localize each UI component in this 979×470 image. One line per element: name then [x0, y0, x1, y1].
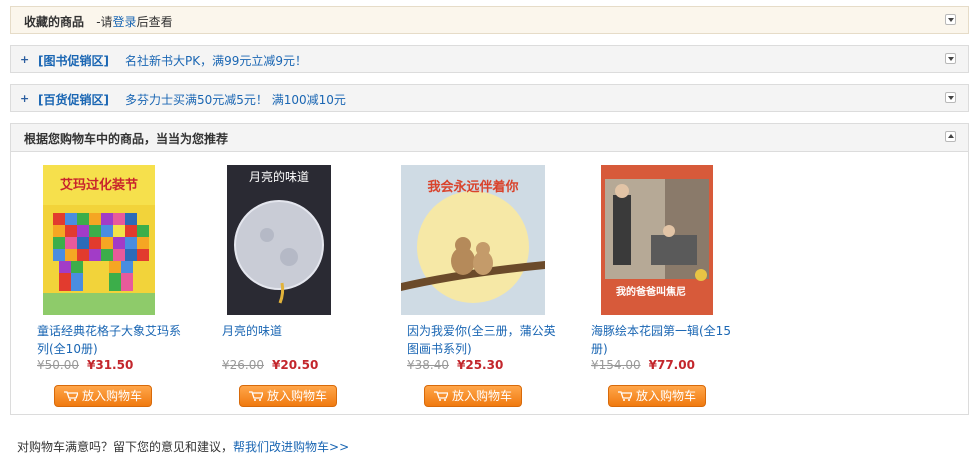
recommend-header: 根据您购物车中的商品，当当为您推荐: [11, 124, 968, 152]
favorites-bar: 收藏的商品 -请登录后查看: [10, 6, 969, 34]
cover-title: 月亮的味道: [249, 169, 309, 184]
product-name-link[interactable]: 海豚绘本花园第一辑(全15册): [591, 322, 741, 358]
goods-promo-bar: + [百货促销区] 多芬力士买满50元减5元！ 满100减10元: [10, 84, 969, 112]
add-to-cart-label: 放入购物车: [81, 389, 142, 403]
goods-promo-link[interactable]: 多芬力士买满50元减5元！ 满100减10元: [125, 91, 346, 108]
price-row: ¥154.00 ¥77.00: [591, 358, 695, 372]
original-price: ¥26.00: [222, 358, 264, 372]
sale-price: ¥25.30: [457, 358, 504, 372]
book-promo-bar: + [图书促销区] 名社新书大PK，满99元立减9元！: [10, 45, 969, 73]
price-row: ¥38.40 ¥25.30: [407, 358, 503, 372]
favorites-title-row: 收藏的商品 -请登录后查看: [24, 13, 173, 30]
product-name-link[interactable]: 月亮的味道: [222, 322, 372, 340]
recommend-panel: 根据您购物车中的商品，当当为您推荐 艾玛过化装节 童话经典花格子大象艾玛系列(全…: [10, 123, 969, 415]
cart-icon: [248, 391, 263, 401]
cart-icon: [617, 391, 632, 401]
goods-promo-tag[interactable]: [百货促销区]: [38, 91, 109, 108]
book-promo-plus-icon[interactable]: +: [20, 54, 29, 65]
book-promo-tag[interactable]: [图书促销区]: [38, 52, 109, 69]
cover-title: 我会永远伴着你: [427, 179, 518, 195]
add-to-cart-label: 放入购物车: [635, 389, 696, 403]
add-to-cart-button[interactable]: 放入购物车: [424, 385, 522, 407]
product-name-link[interactable]: 因为我爱你(全三册，蒲公英图画书系列): [407, 322, 557, 358]
book-promo-link[interactable]: 名社新书大PK，满99元立减9元！: [125, 52, 307, 69]
favorites-prefix: -请: [96, 15, 113, 29]
book-promo-expand-icon[interactable]: [945, 53, 956, 64]
favorites-title: 收藏的商品: [24, 15, 85, 29]
book-cover-image[interactable]: 我的爸爸叫焦尼: [601, 165, 713, 315]
add-to-cart-button[interactable]: 放入购物车: [608, 385, 706, 407]
favorites-suffix: 后查看: [136, 15, 173, 29]
cover-title: 艾玛过化装节: [60, 177, 138, 193]
add-to-cart-label: 放入购物车: [266, 389, 327, 403]
login-link[interactable]: 登录: [113, 15, 137, 29]
sale-price: ¥20.50: [272, 358, 319, 372]
cart-icon: [433, 391, 448, 401]
original-price: ¥50.00: [37, 358, 79, 372]
price-row: ¥50.00 ¥31.50: [37, 358, 133, 372]
product-name-link[interactable]: 童话经典花格子大象艾玛系列(全10册): [37, 322, 187, 358]
sale-price: ¥31.50: [87, 358, 134, 372]
cover-title: 我的爸爸叫焦尼: [616, 285, 686, 298]
feedback-text: 对购物车满意吗？留下您的意见和建议，: [17, 440, 234, 454]
recommend-collapse-icon[interactable]: [945, 131, 956, 142]
cart-icon: [63, 391, 78, 401]
sale-price: ¥77.00: [648, 358, 695, 372]
original-price: ¥38.40: [407, 358, 449, 372]
add-to-cart-label: 放入购物车: [451, 389, 512, 403]
recommend-title: 根据您购物车中的商品，当当为您推荐: [24, 132, 229, 146]
add-to-cart-button[interactable]: 放入购物车: [239, 385, 337, 407]
add-to-cart-button[interactable]: 放入购物车: [54, 385, 152, 407]
goods-promo-plus-icon[interactable]: +: [20, 93, 29, 104]
book-cover-image[interactable]: 月亮的味道: [227, 165, 331, 315]
price-row: ¥26.00 ¥20.50: [222, 358, 318, 372]
book-cover-image[interactable]: 我会永远伴着你: [401, 165, 545, 315]
book-cover-image[interactable]: 艾玛过化装节: [43, 165, 155, 315]
goods-promo-expand-icon[interactable]: [945, 92, 956, 103]
favorites-expand-icon[interactable]: [945, 14, 956, 25]
feedback-row: 对购物车满意吗？留下您的意见和建议，帮我们改进购物车>>: [17, 438, 349, 455]
original-price: ¥154.00: [591, 358, 641, 372]
feedback-link[interactable]: 帮我们改进购物车>>: [233, 440, 349, 454]
